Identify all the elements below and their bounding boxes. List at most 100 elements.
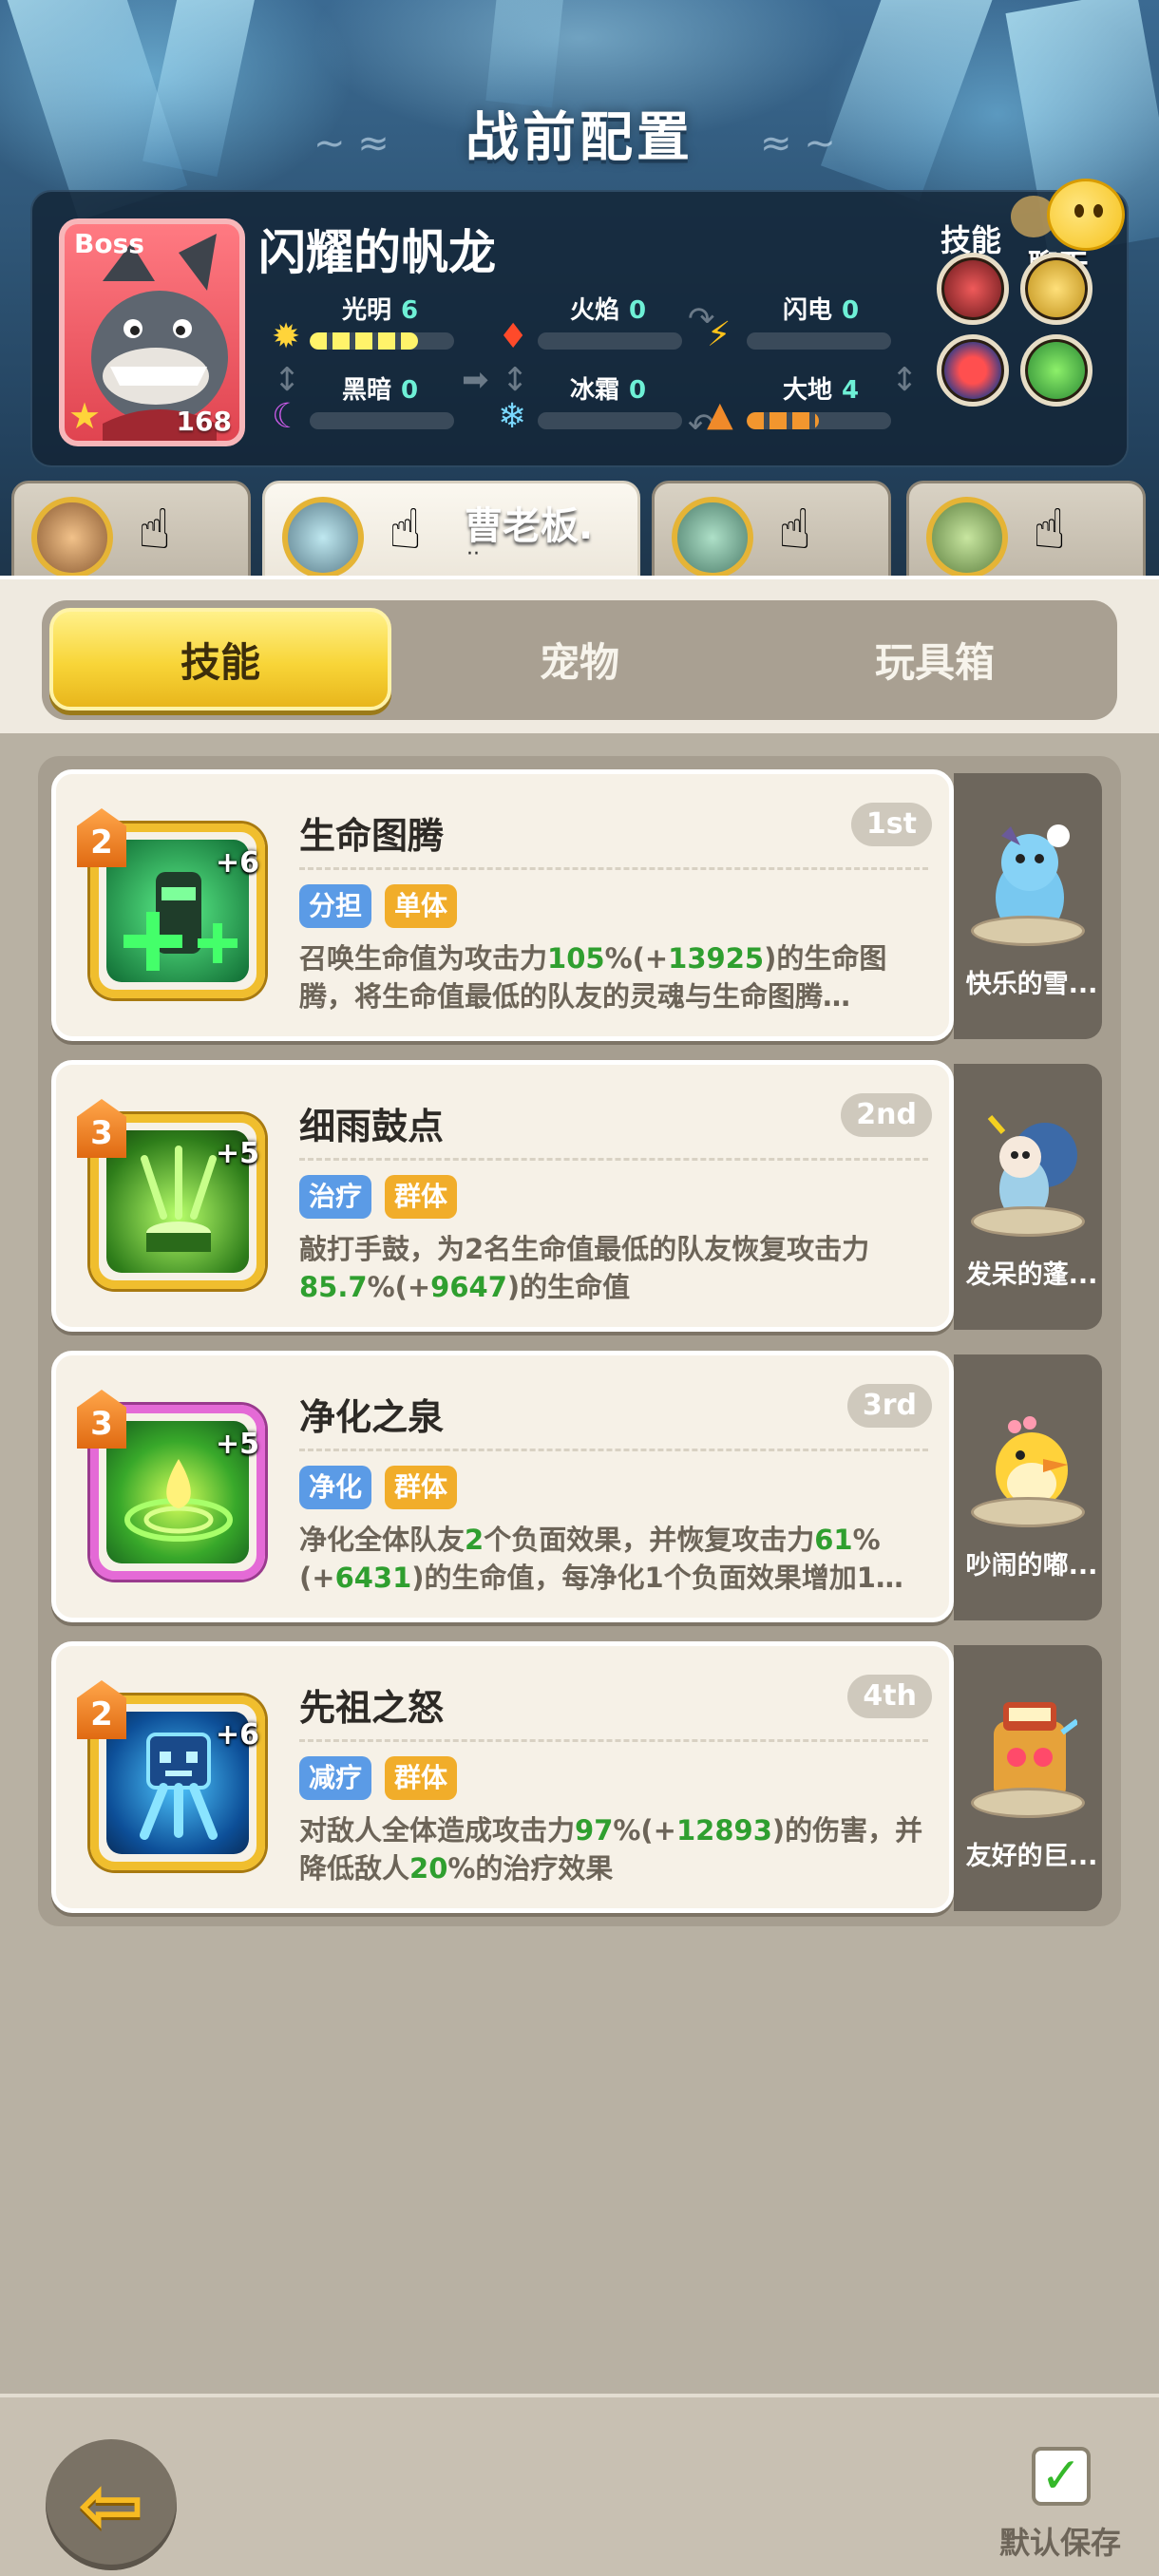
skill-tag: 群体	[385, 1756, 458, 1800]
skill-tag: 减疗	[299, 1756, 372, 1800]
fire-icon: ♦	[498, 317, 529, 356]
skill-title: 净化之泉	[299, 1396, 445, 1438]
bottom-bar: ⇦ ✓ 默认保存	[0, 2394, 1159, 2576]
skill-description: 召唤生命值为攻击力105%(+13925)的生命图腾，将生命值最低的队友的灵魂与…	[299, 942, 887, 1013]
cycle-arrow-icon: ↕	[274, 361, 301, 399]
skill-title: 细雨鼓点	[299, 1106, 445, 1147]
tab-toybox[interactable]: 玩具箱	[764, 608, 1106, 710]
snowflake-icon: ❄	[498, 397, 527, 436]
ice-crystal	[485, 0, 569, 108]
skill-card[interactable]: 3 +5 细雨鼓点 2nd 治疗 群体 敲打手鼓，为2名生命值最低的队友恢复攻击…	[51, 1060, 954, 1332]
moon-icon: ☾	[272, 397, 303, 436]
pet-pedestal	[971, 916, 1085, 946]
pet-slot[interactable]: 快乐的雪...	[954, 773, 1102, 1039]
star-icon: ★	[68, 395, 102, 437]
tap-hand-icon: ☝	[389, 497, 423, 561]
element-fire-label: 火焰 0	[570, 296, 647, 325]
chat-smiley-icon[interactable]	[1047, 179, 1125, 251]
skill-tag: 分担	[299, 884, 372, 928]
skill-rank: 3rd	[846, 1384, 932, 1428]
back-button[interactable]: ⇦	[46, 2439, 177, 2570]
boss-skill-1-icon[interactable]	[937, 253, 1009, 325]
boss-level: 168	[176, 406, 232, 437]
element-dark-bar	[310, 412, 454, 429]
skill-list: 2 +6 生命图腾 1st 分担 单体 召唤生命值为攻击力105%(+13925…	[38, 756, 1121, 1926]
boss-portrait[interactable]: Boss ★ 168	[59, 218, 245, 446]
team-name: 曹老板.	[465, 504, 594, 548]
skill-tag: 群体	[385, 1175, 458, 1219]
divider	[299, 1449, 928, 1451]
team-tab-3[interactable]: ☝	[652, 481, 891, 583]
pet-name: 友好的巨...	[965, 1842, 1098, 1871]
element-light-bar	[310, 332, 454, 350]
divider	[299, 1158, 928, 1161]
team-dots: ··	[466, 542, 480, 566]
tab-skills[interactable]: 技能	[49, 608, 391, 710]
pet-pedestal	[971, 1206, 1085, 1237]
element-dark-label: 黑暗 0	[342, 376, 419, 405]
pet-slot[interactable]: 吵闹的嘟...	[954, 1354, 1102, 1620]
tap-hand-icon: ☝	[1033, 497, 1067, 561]
element-frost-label: 冰霜 0	[570, 376, 647, 405]
header-scene: ~ ≈ ≈ ~ 战前配置 Boss ★ 168 闪耀的帆龙 光明 6 ✹ 火焰 0 …	[0, 0, 1159, 589]
skill-description: 敲打手鼓，为2名生命值最低的队友恢复攻击力85.7%(+9647)的生命值	[299, 1233, 870, 1303]
skill-level-badge: 3	[77, 1390, 126, 1449]
element-frost-bar	[538, 412, 682, 429]
cycle-arrow-icon: ↕	[502, 361, 529, 399]
boss-skill-3-icon[interactable]	[937, 334, 1009, 407]
pet-name: 发呆的蓬...	[965, 1260, 1098, 1290]
skill-plus: +6	[216, 1718, 260, 1752]
pet-pedestal	[971, 1788, 1085, 1818]
boss-name: 闪耀的帆龙	[258, 225, 496, 280]
skill-plus: +5	[216, 1428, 260, 1461]
skill-tag: 群体	[385, 1466, 458, 1509]
team-tab-1[interactable]: ☝	[11, 481, 251, 583]
sun-icon: ✹	[272, 317, 301, 356]
skill-level-badge: 2	[77, 808, 126, 867]
category-bar: 技能 宠物 玩具箱	[0, 576, 1159, 733]
skill-level-badge: 2	[77, 1680, 126, 1739]
boss-panel: Boss ★ 168 闪耀的帆龙 光明 6 ✹ 火焰 0 ♦ 闪电 0 ⚡ ↕ ➡ ↕…	[30, 179, 1129, 467]
skill-plus: +5	[216, 1137, 260, 1170]
skill-card[interactable]: 2 +6 生命图腾 1st 分担 单体 召唤生命值为攻击力105%(+13925…	[51, 769, 954, 1041]
element-light-label: 光明 6	[342, 296, 419, 325]
divider	[299, 1739, 928, 1742]
team-avatar	[926, 497, 1008, 578]
skill-description: 对敌人全体造成攻击力97%(+12893)的伤害，并降低敌人20%的治疗效果	[299, 1814, 923, 1885]
element-earth-bar	[747, 412, 891, 429]
boss-tag: Boss	[74, 228, 144, 259]
default-save-checkbox[interactable]: ✓	[1032, 2447, 1091, 2506]
team-avatar	[31, 497, 113, 578]
skill-title: 先祖之怒	[299, 1687, 445, 1729]
skill-tag: 净化	[299, 1466, 372, 1509]
cycle-arrow-icon: ↕	[891, 361, 919, 399]
element-fire-bar	[538, 332, 682, 350]
skill-card[interactable]: 2 +6 先祖之怒 4th 减疗 群体 对敌人全体造成攻击力97%(+12893…	[51, 1641, 954, 1913]
team-tab-4[interactable]: ☝	[906, 481, 1146, 583]
skill-rank: 1st	[850, 803, 932, 846]
skill-level-badge: 3	[77, 1099, 126, 1158]
team-avatar	[282, 497, 364, 578]
skill-rank: 2nd	[841, 1093, 932, 1137]
pet-slot[interactable]: 发呆的蓬...	[954, 1064, 1102, 1330]
pet-name: 吵闹的嘟...	[965, 1551, 1098, 1581]
tab-pets[interactable]: 宠物	[408, 608, 750, 710]
pet-slot[interactable]: 友好的巨...	[954, 1645, 1102, 1911]
skill-rank: 4th	[847, 1675, 932, 1718]
skill-title: 生命图腾	[299, 815, 445, 857]
skill-description: 净化全体队友2个负面效果，并恢复攻击力61%(+6431)的生命值，每净化1个负…	[299, 1524, 903, 1594]
page-title: 战前配置	[466, 107, 694, 169]
element-earth-label: 大地 4	[783, 376, 860, 405]
mountain-icon: ▲	[707, 395, 733, 434]
skill-card[interactable]: 3 +5 净化之泉 3rd 净化 群体 净化全体队友2个负面效果，并恢复攻击力6…	[51, 1351, 954, 1622]
boss-skill-4-icon[interactable]	[1020, 334, 1092, 407]
cycle-arrow-icon: ↷	[688, 300, 715, 338]
back-arrow-icon: ⇦	[77, 2458, 145, 2551]
divider	[299, 867, 928, 870]
pet-pedestal	[971, 1497, 1085, 1527]
boss-skill-2-icon[interactable]	[1020, 253, 1092, 325]
team-tab-2[interactable]: ☝ 曹老板. ··	[262, 481, 640, 583]
cycle-arrow-icon: ➡	[462, 361, 489, 399]
category-tabs: 技能 宠物 玩具箱	[42, 600, 1117, 720]
default-save-label[interactable]: 默认保存	[999, 2519, 1121, 2563]
